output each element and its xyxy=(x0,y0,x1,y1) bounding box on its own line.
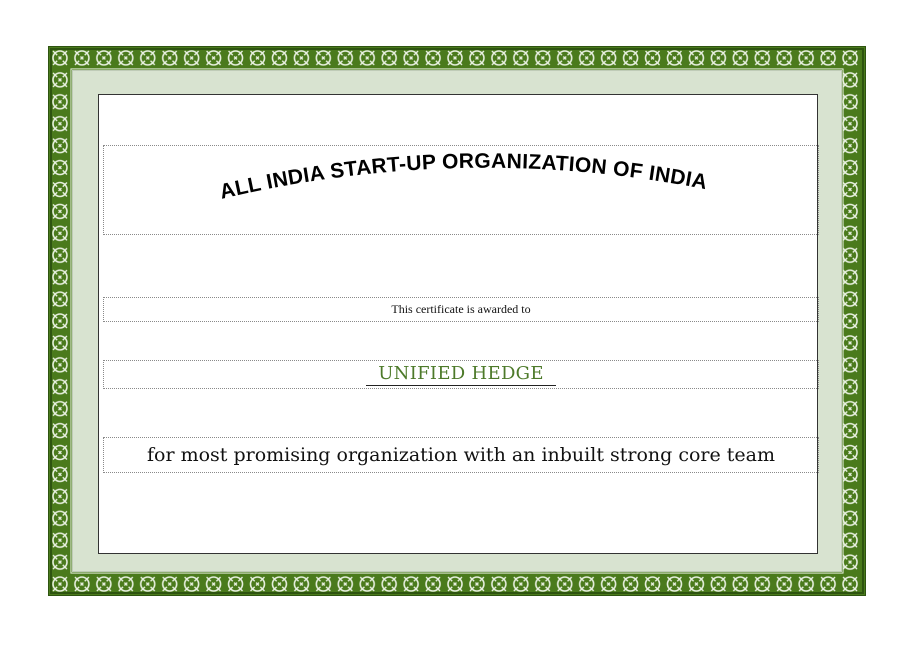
arched-title: ALL INDIA START-UP ORGANIZATION OF INDIA xyxy=(217,150,709,204)
recipient-name: UNIFIED HEDGE xyxy=(366,363,556,386)
certificate-page: ALL INDIA START-UP ORGANIZATION OF INDIA… xyxy=(98,94,819,554)
awarded-line: This certificate is awarded to xyxy=(391,302,531,316)
certificate-canvas: ALL INDIA START-UP ORGANIZATION OF INDIA… xyxy=(0,0,915,645)
award-reason: for most promising organization with an … xyxy=(146,444,776,466)
awarded-text-box: This certificate is awarded to xyxy=(103,297,819,322)
organization-title: ALL INDIA START-UP ORGANIZATION OF INDIA xyxy=(217,150,709,204)
reason-text-box: for most promising organization with an … xyxy=(103,437,819,473)
title-text-box: ALL INDIA START-UP ORGANIZATION OF INDIA xyxy=(103,145,819,235)
recipient-text-box: UNIFIED HEDGE xyxy=(103,360,819,389)
